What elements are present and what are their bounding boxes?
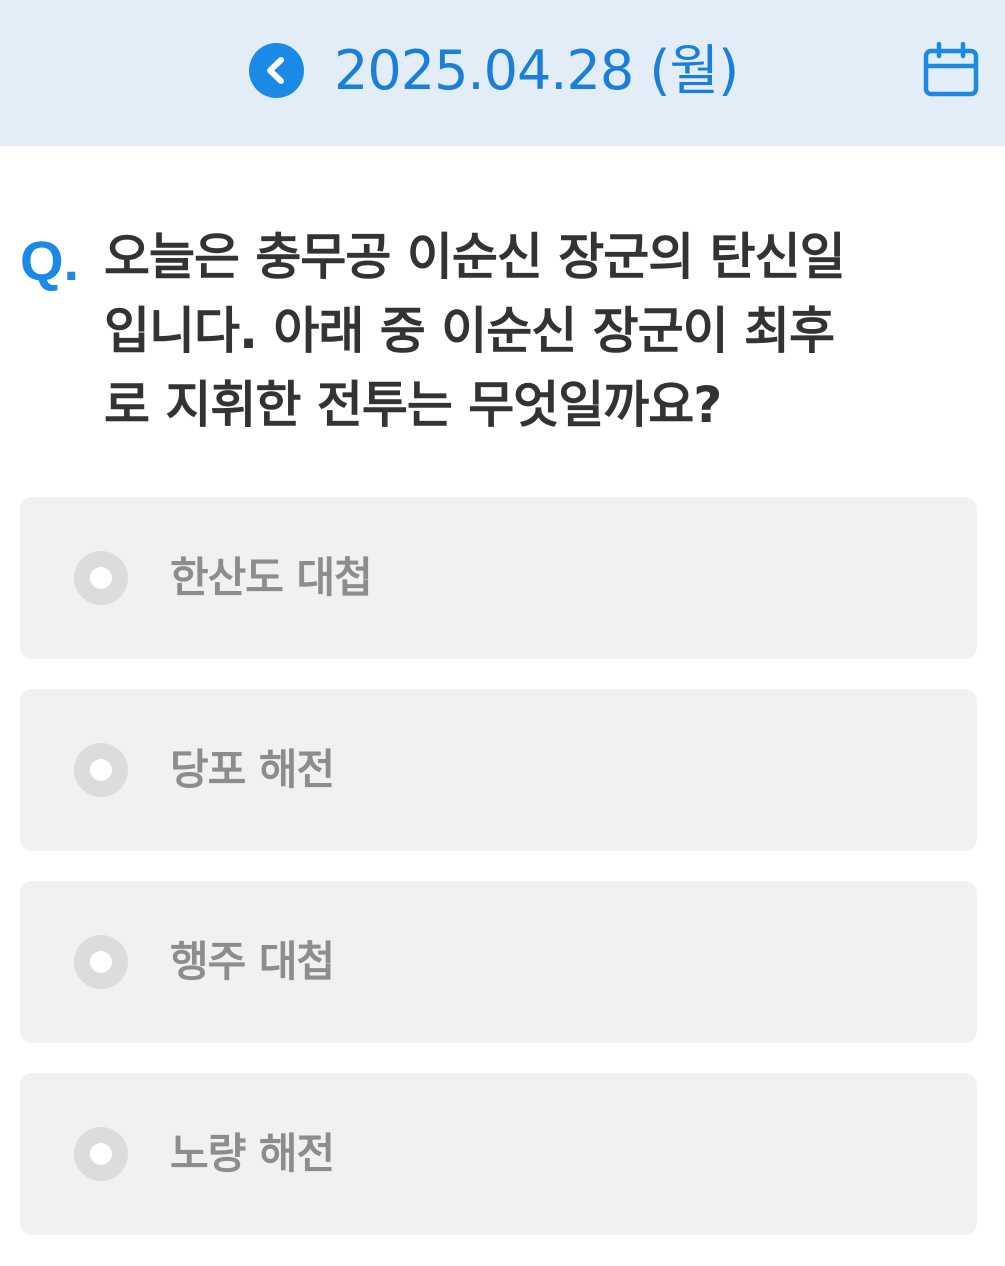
radio-button-icon[interactable] [74, 935, 128, 989]
date-header: 2025.04.28 (월) [0, 0, 1005, 146]
answer-option-label: 노량 해전 [170, 1129, 335, 1178]
answer-option-label: 한산도 대첩 [170, 553, 373, 602]
radio-button-icon[interactable] [74, 1127, 128, 1181]
answer-option-3[interactable]: 행주 대첩 [20, 881, 977, 1043]
previous-date-button[interactable] [249, 43, 304, 98]
radio-button-icon[interactable] [74, 743, 128, 797]
question-marker: Q. [20, 229, 80, 292]
question-line: 입니다. 아래 중 이순신 장군이 최후 [104, 302, 835, 360]
radio-button-icon[interactable] [74, 551, 128, 605]
question-text: 오늘은 충무공 이순신 장군의 탄신일 입니다. 아래 중 이순신 장군이 최후… [104, 220, 984, 442]
answer-option-4[interactable]: 노량 해전 [20, 1073, 977, 1235]
chevron-left-icon [267, 57, 284, 84]
answer-option-1[interactable]: 한산도 대첩 [20, 497, 977, 659]
question-line: 오늘은 충무공 이순신 장군의 탄신일 [104, 228, 846, 286]
answer-option-label: 당포 해전 [170, 745, 335, 794]
calendar-button[interactable] [922, 41, 980, 98]
question-line: 로 지휘한 전투는 무엇일까요? [104, 376, 722, 434]
answer-option-label: 행주 대첩 [170, 937, 335, 986]
answer-option-2[interactable]: 당포 해전 [20, 689, 977, 851]
calendar-icon [923, 41, 979, 97]
current-date: 2025.04.28 (월) [334, 39, 739, 102]
